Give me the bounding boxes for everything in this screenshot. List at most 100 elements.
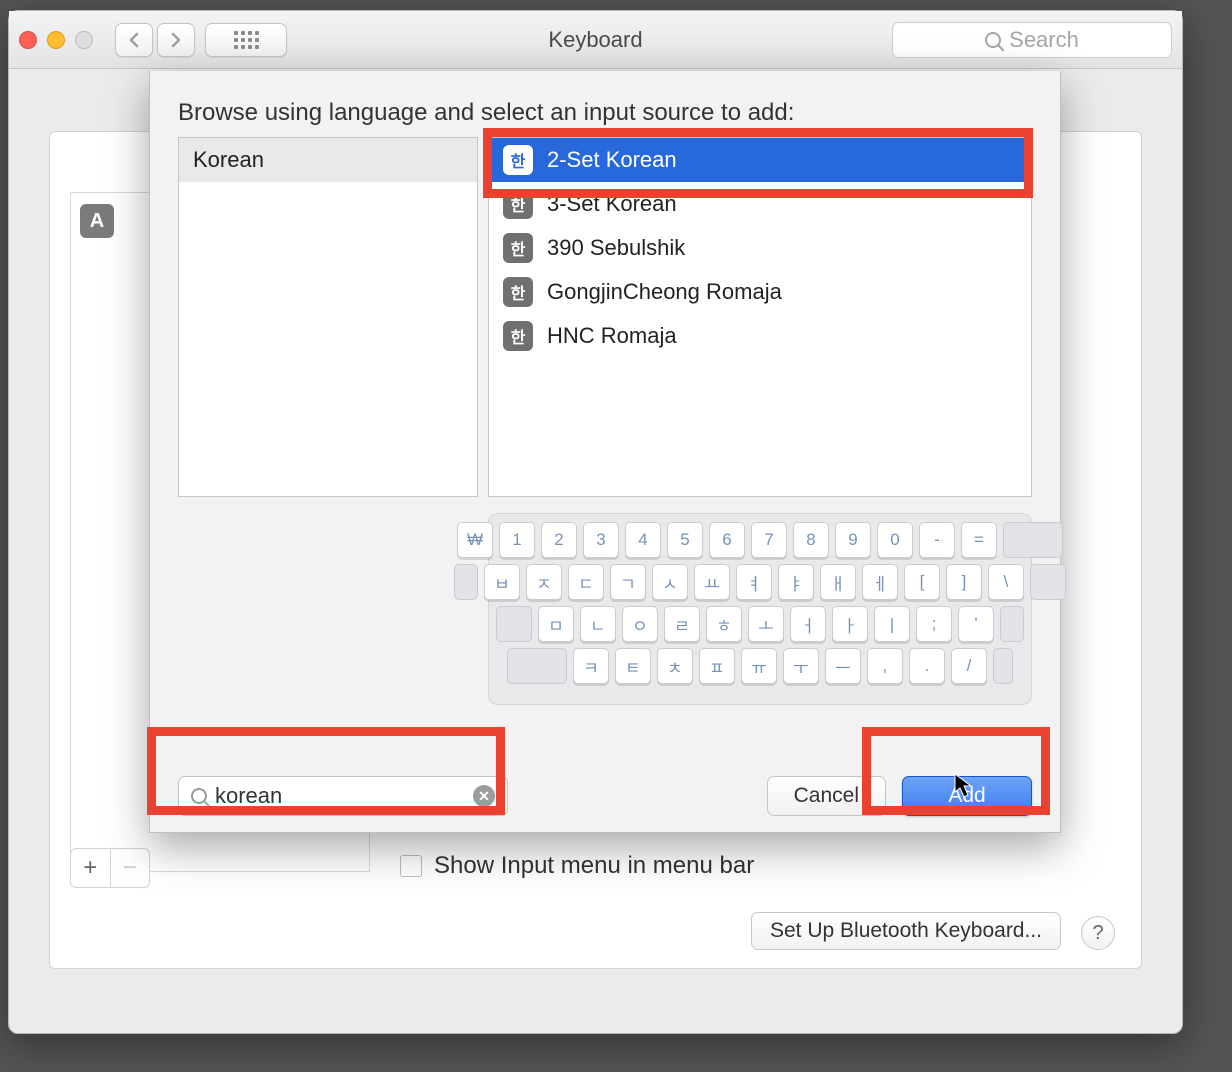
close-window-button[interactable] xyxy=(19,31,37,49)
key: ㅓ xyxy=(790,606,826,642)
key: ㄴ xyxy=(580,606,616,642)
key: ㅐ xyxy=(820,564,856,600)
window-controls xyxy=(19,31,93,49)
key: ' xyxy=(958,606,994,642)
input-source-item[interactable]: 한 HNC Romaja xyxy=(489,314,1031,358)
key: \ xyxy=(988,564,1024,600)
search-placeholder: Search xyxy=(1009,27,1079,53)
input-source-label: 3-Set Korean xyxy=(547,191,677,217)
key: = xyxy=(961,522,997,558)
minimize-window-button[interactable] xyxy=(47,31,65,49)
key: , xyxy=(867,648,903,684)
input-source-label: 2-Set Korean xyxy=(547,147,677,173)
titlebar: Keyboard Search xyxy=(9,11,1182,69)
show-input-menu-label: Show Input menu in menu bar xyxy=(434,852,754,880)
hangul-icon: 한 xyxy=(503,277,533,307)
help-button[interactable]: ? xyxy=(1081,916,1115,950)
keyboard-preferences-window: Keyboard Search A + − Show Input menu in… xyxy=(8,10,1183,1034)
input-source-item[interactable]: 한 GongjinCheong Romaja xyxy=(489,270,1031,314)
keyboard-row: ㅋㅌㅊㅍㅠㅜㅡ,./ xyxy=(499,648,1021,684)
input-source-label: HNC Romaja xyxy=(547,323,677,349)
key: 9 xyxy=(835,522,871,558)
key: ㅔ xyxy=(862,564,898,600)
key: . xyxy=(909,648,945,684)
key: ㅎ xyxy=(706,606,742,642)
input-source-list[interactable]: 한 2-Set Korean 한 3-Set Korean 한 390 Sebulshik… xyxy=(488,137,1032,497)
hangul-icon: 한 xyxy=(503,321,533,351)
navigation-buttons xyxy=(115,23,195,57)
key: ㅑ xyxy=(778,564,814,600)
keyboard-row: ㅁㄴㅇㄹㅎㅗㅓㅏㅣ;' xyxy=(499,606,1021,642)
language-item-korean[interactable]: Korean xyxy=(179,138,477,182)
input-source-item[interactable]: 한 3-Set Korean xyxy=(489,182,1031,226)
key: ㅋ xyxy=(573,648,609,684)
sheet-prompt: Browse using language and select an inpu… xyxy=(150,71,1060,137)
key: 7 xyxy=(751,522,787,558)
key: 3 xyxy=(583,522,619,558)
key: [ xyxy=(904,564,940,600)
key: ㄹ xyxy=(664,606,700,642)
search-icon xyxy=(191,788,207,804)
titlebar-search[interactable]: Search xyxy=(892,22,1172,58)
key: / xyxy=(951,648,987,684)
key: 6 xyxy=(709,522,745,558)
key: ㅛ xyxy=(694,564,730,600)
key: ] xyxy=(946,564,982,600)
input-source-item[interactable]: 한 390 Sebulshik xyxy=(489,226,1031,270)
search-icon xyxy=(985,32,1001,48)
key: ㄷ xyxy=(568,564,604,600)
keyboard-row: ₩1234567890-= xyxy=(499,522,1021,558)
clear-search-button[interactable]: ✕ xyxy=(473,785,495,807)
key: 4 xyxy=(625,522,661,558)
key: 8 xyxy=(793,522,829,558)
maximize-window-button[interactable] xyxy=(75,31,93,49)
input-source-label: GongjinCheong Romaja xyxy=(547,279,782,305)
key: ㅇ xyxy=(622,606,658,642)
input-source-a-icon: A xyxy=(80,204,114,238)
add-input-source-sheet: Browse using language and select an inpu… xyxy=(149,71,1061,833)
key: 0 xyxy=(877,522,913,558)
key: ㅊ xyxy=(657,648,693,684)
keyboard-row: ㅂㅈㄷㄱㅅㅛㅕㅑㅐㅔ[]\ xyxy=(499,564,1021,600)
input-source-item[interactable]: 한 2-Set Korean xyxy=(489,138,1031,182)
show-all-button[interactable] xyxy=(205,23,287,57)
hangul-icon: 한 xyxy=(503,233,533,263)
key: ㅅ xyxy=(652,564,688,600)
key: ㅏ xyxy=(832,606,868,642)
key: ㅌ xyxy=(615,648,651,684)
key: ㅁ xyxy=(538,606,574,642)
remove-input-source-button[interactable]: − xyxy=(111,849,150,887)
forward-button[interactable] xyxy=(157,23,195,57)
key: ㅕ xyxy=(736,564,772,600)
key: 1 xyxy=(499,522,535,558)
cancel-button[interactable]: Cancel xyxy=(767,776,886,816)
key: ㅠ xyxy=(741,648,777,684)
add-remove-buttons: + − xyxy=(70,848,150,888)
keyboard-preview: ₩1234567890-= ㅂㅈㄷㄱㅅㅛㅕㅑㅐㅔ[]\ ㅁㄴㅇㄹㅎㅗㅓㅏㅣ;' ㅋㅌㅊ… xyxy=(488,513,1032,705)
show-input-menu-checkbox[interactable] xyxy=(400,855,422,877)
show-input-menu-row: Show Input menu in menu bar xyxy=(400,852,754,880)
sheet-search-input[interactable]: korean ✕ xyxy=(178,776,508,816)
key: 2 xyxy=(541,522,577,558)
hangul-icon: 한 xyxy=(503,189,533,219)
key: ㅈ xyxy=(526,564,562,600)
input-source-label: 390 Sebulshik xyxy=(547,235,685,261)
back-button[interactable] xyxy=(115,23,153,57)
setup-bluetooth-keyboard-button[interactable]: Set Up Bluetooth Keyboard... xyxy=(751,912,1061,950)
key: ㅜ xyxy=(783,648,819,684)
key: ㅂ xyxy=(484,564,520,600)
key: 5 xyxy=(667,522,703,558)
key: ㅣ xyxy=(874,606,910,642)
add-input-source-button[interactable]: + xyxy=(71,849,111,887)
cursor-icon xyxy=(954,773,974,799)
key: ㄱ xyxy=(610,564,646,600)
search-value: korean xyxy=(215,783,282,809)
key: - xyxy=(919,522,955,558)
key: ; xyxy=(916,606,952,642)
language-list[interactable]: Korean xyxy=(178,137,478,497)
key: ㅍ xyxy=(699,648,735,684)
sheet-footer: korean ✕ Cancel Add xyxy=(150,760,1060,832)
key: ㅡ xyxy=(825,648,861,684)
hangul-icon: 한 xyxy=(503,145,533,175)
key: ㅗ xyxy=(748,606,784,642)
